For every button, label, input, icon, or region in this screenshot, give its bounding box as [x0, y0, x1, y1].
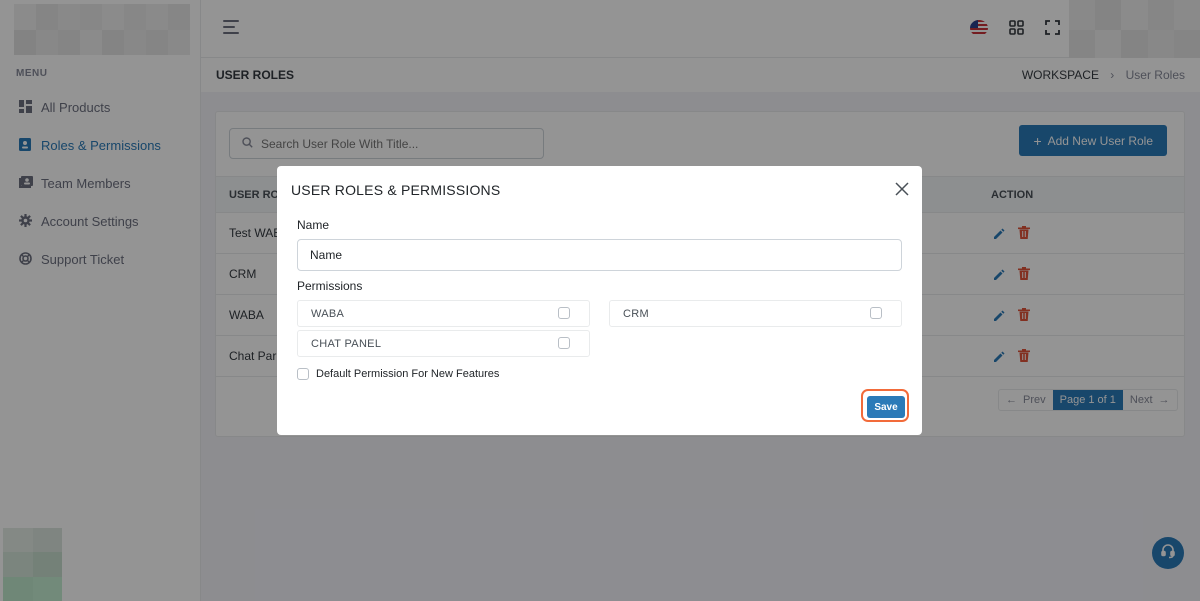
permission-label: CRM	[623, 307, 649, 320]
name-label: Name	[297, 218, 330, 232]
permission-option-chat-panel[interactable]: CHAT PANEL	[297, 330, 590, 357]
permission-option-crm[interactable]: CRM	[609, 300, 902, 327]
permission-label: CHAT PANEL	[311, 337, 382, 350]
close-icon[interactable]	[895, 182, 911, 198]
default-permission-checkbox[interactable]	[297, 368, 309, 380]
permission-label: WABA	[311, 307, 345, 320]
name-field[interactable]	[297, 239, 902, 271]
default-permission-label: Default Permission For New Features	[316, 368, 500, 380]
permission-option-waba[interactable]: WABA	[297, 300, 590, 327]
modal-title: USER ROLES & PERMISSIONS	[291, 182, 501, 198]
permission-checkbox[interactable]	[870, 307, 882, 319]
user-roles-modal: USER ROLES & PERMISSIONS Name Permission…	[277, 166, 922, 435]
permission-checkbox[interactable]	[558, 307, 570, 319]
permission-checkbox[interactable]	[558, 337, 570, 349]
save-button[interactable]: Save	[867, 396, 905, 418]
permissions-label: Permissions	[297, 279, 363, 293]
